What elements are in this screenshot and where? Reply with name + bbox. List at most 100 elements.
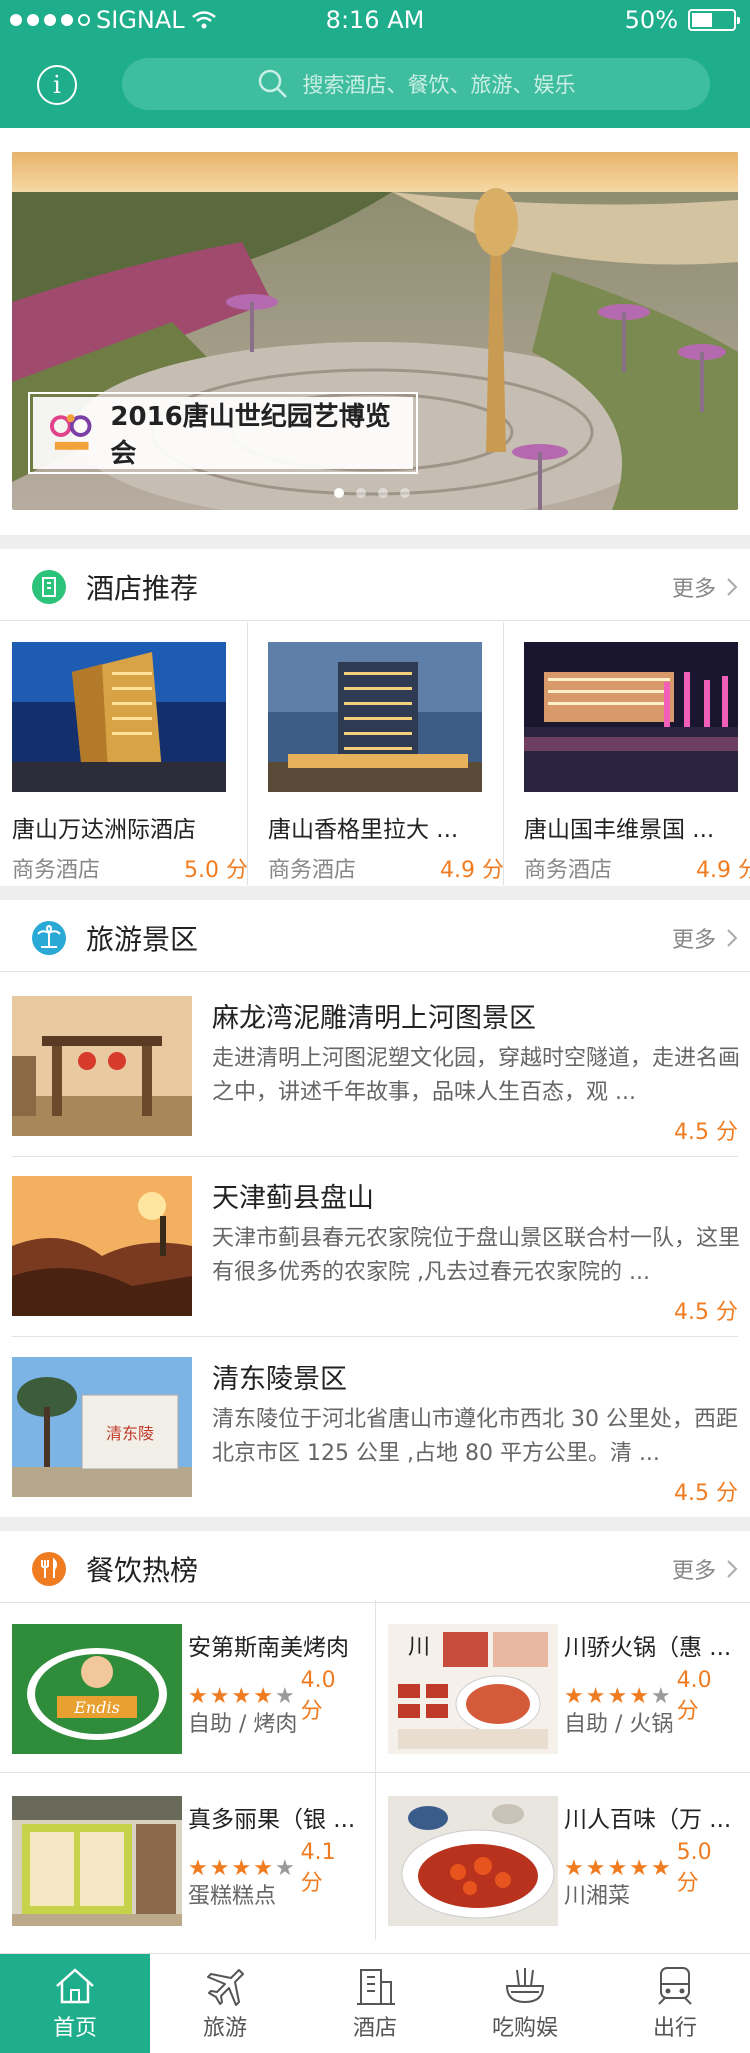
bowl-icon bbox=[505, 1967, 545, 2003]
tab-label: 吃购娱 bbox=[491, 2015, 558, 2041]
restaurant-name: 真多丽果（银 ... bbox=[188, 1807, 356, 1833]
promo-banner[interactable]: 2016唐山世纪园艺博览会 bbox=[12, 152, 738, 510]
banner-caption-text: 2016唐山世纪园艺博览会 bbox=[110, 402, 391, 469]
hotel-name: 唐山香格里拉大 ... bbox=[268, 817, 459, 843]
restaurant-card[interactable]: 真多丽果（银 ... ★ ★ ★ ★ ★ 4.1 分 蛋糕糕点 bbox=[0, 1782, 362, 1932]
restaurant-name: 安第斯南美烤肉 bbox=[188, 1635, 349, 1661]
info-icon[interactable]: i bbox=[37, 65, 77, 105]
tour-image bbox=[12, 1176, 192, 1316]
hotel-name: 唐山国丰维景国 ... bbox=[524, 817, 715, 843]
more-label: 更多 bbox=[671, 577, 716, 602]
svg-text:清东陵: 清东陵 bbox=[106, 1424, 154, 1443]
restaurant-image bbox=[388, 1796, 558, 1926]
hotel-section-header: 酒店推荐 更多 bbox=[0, 549, 750, 621]
search-input[interactable]: 搜索酒店、餐饮、旅游、娱乐 bbox=[122, 58, 710, 110]
tourism-more-link[interactable]: 更多 bbox=[672, 922, 738, 954]
tab-transport[interactable]: 出行 bbox=[600, 1954, 750, 2053]
hotel-score: 4.9 分 bbox=[696, 858, 750, 883]
tour-description: 清东陵位于河北省唐山市遵化市西北 30 公里处，西距北京市区 125 公里 ,占… bbox=[212, 1407, 738, 1466]
expo-logo-icon bbox=[49, 414, 92, 450]
restaurant-category: 蛋糕糕点 bbox=[188, 1884, 277, 1909]
restaurant-name: 川人百味（万 ... bbox=[564, 1807, 732, 1833]
tour-name: 麻龙湾泥雕清明上河图景区 bbox=[212, 1003, 536, 1034]
battery-percent: 50% bbox=[624, 6, 678, 34]
pager-dot[interactable] bbox=[356, 488, 366, 498]
search-placeholder: 搜索酒店、餐饮、旅游、娱乐 bbox=[302, 73, 576, 97]
pager-dot[interactable] bbox=[334, 488, 344, 498]
tab-label: 出行 bbox=[652, 2015, 697, 2041]
hotel-name: 唐山万达洲际酒店 bbox=[12, 817, 196, 843]
search-icon bbox=[258, 69, 287, 98]
hotel-card[interactable]: 唐山国丰维景国 ... 商务酒店 4.9 分 bbox=[524, 642, 750, 884]
hotel-card[interactable]: 唐山香格里拉大 ... 商务酒店 4.9 分 bbox=[268, 642, 504, 884]
bottom-tab-bar: 首页 旅游 酒店 吃购娱 出行 bbox=[0, 1953, 750, 2053]
star-icon: ★ bbox=[629, 1856, 649, 1881]
tour-name: 天津蓟县盘山 bbox=[212, 1183, 374, 1214]
divider bbox=[247, 622, 248, 885]
svg-text:Endis: Endis bbox=[73, 1698, 120, 1717]
hotel-score: 5.0 分 bbox=[184, 858, 248, 883]
tour-score: 4.5 分 bbox=[674, 1300, 738, 1325]
hotel-card[interactable]: 唐山万达洲际酒店 商务酒店 5.0 分 bbox=[12, 642, 248, 884]
status-bar: SIGNAL 8:16 AM 50% bbox=[0, 0, 750, 40]
tab-hotel[interactable]: 酒店 bbox=[300, 1954, 450, 2053]
hotel-image bbox=[12, 642, 226, 792]
tab-home[interactable]: 首页 bbox=[0, 1954, 150, 2053]
hotel-type: 商务酒店 bbox=[524, 858, 613, 883]
divider bbox=[12, 1336, 738, 1337]
hotel-section-title: 酒店推荐 bbox=[86, 572, 199, 605]
divider bbox=[12, 1156, 738, 1157]
hotel-image bbox=[524, 642, 738, 792]
restaurant-image bbox=[12, 1796, 182, 1926]
fork-knife-icon bbox=[32, 1552, 66, 1586]
tour-description: 走进清明上河图泥塑文化园，穿越时空隧道，走进名画之中，讲述千年故事，品味人生百态… bbox=[212, 1046, 741, 1105]
food-more-link[interactable]: 更多 bbox=[672, 1553, 738, 1585]
tab-travel[interactable]: 旅游 bbox=[150, 1954, 300, 2053]
tourism-section-header: 旅游景区 更多 bbox=[0, 900, 750, 972]
banner-pager[interactable] bbox=[334, 488, 410, 498]
tab-label: 旅游 bbox=[202, 2015, 247, 2041]
star-empty-icon: ★ bbox=[274, 1856, 295, 1881]
tour-description: 天津市蓟县春元农家院位于盘山景区联合村一队，这里有很多优秀的农家院 ,凡去过春元… bbox=[212, 1226, 741, 1285]
restaurant-score: 4.0 分 bbox=[300, 1668, 336, 1724]
chevron-right-icon bbox=[727, 1560, 738, 1578]
tour-score: 4.5 分 bbox=[674, 1481, 738, 1506]
palm-tree-icon bbox=[32, 921, 66, 955]
train-icon bbox=[658, 1966, 692, 2005]
tour-item[interactable]: 天津蓟县盘山 天津市蓟县春元农家院位于盘山景区联合村一队，这里有很多优秀的农家院… bbox=[12, 1176, 740, 1336]
restaurant-card[interactable]: 川 川骄火锅（惠 ... ★ ★ ★ ★ ★ 4.0 分 自助 / 火锅 bbox=[376, 1610, 738, 1760]
tour-item[interactable]: 清东陵 清东陵景区 清东陵位于河北省唐山市遵化市西北 30 公里处，西距北京市区… bbox=[12, 1357, 738, 1517]
section-divider bbox=[0, 535, 750, 549]
restaurant-category: 川湘菜 bbox=[564, 1884, 631, 1909]
restaurant-image: Endis bbox=[12, 1624, 182, 1754]
restaurant-card[interactable]: Endis 安第斯南美烤肉 ★ ★ ★ ★ ★ 4.0 分 自助 / 烤肉 bbox=[0, 1610, 362, 1760]
restaurant-image: 川 bbox=[388, 1624, 558, 1754]
food-section-header: 餐饮热榜 更多 bbox=[0, 1531, 750, 1603]
tour-name: 清东陵景区 bbox=[212, 1364, 347, 1395]
more-label: 更多 bbox=[671, 1559, 716, 1584]
tab-entertainment[interactable]: 吃购娱 bbox=[450, 1954, 600, 2053]
home-icon bbox=[56, 1967, 94, 2003]
chevron-right-icon bbox=[727, 929, 738, 947]
hotel-more-link[interactable]: 更多 bbox=[672, 571, 738, 603]
tour-image: 清东陵 bbox=[12, 1357, 192, 1497]
restaurant-category: 自助 / 火锅 bbox=[564, 1712, 674, 1737]
plane-icon bbox=[207, 1968, 244, 2006]
food-section-title: 餐饮热榜 bbox=[86, 1554, 199, 1587]
hotel-section-icon bbox=[32, 570, 66, 604]
banner-caption: 2016唐山世纪园艺博览会 bbox=[28, 392, 418, 474]
pager-dot[interactable] bbox=[400, 488, 410, 498]
restaurant-card[interactable]: 川人百味（万 ... ★ ★ ★ ★ ★ 5.0 分 川湘菜 bbox=[376, 1782, 738, 1932]
chevron-right-icon bbox=[727, 578, 738, 596]
hotel-score: 4.9 分 bbox=[440, 858, 504, 883]
battery-indicator: 50% bbox=[624, 6, 740, 34]
pager-dot[interactable] bbox=[378, 488, 388, 498]
restaurant-name: 川骄火锅（惠 ... bbox=[564, 1635, 732, 1661]
restaurant-score: 4.1 分 bbox=[300, 1840, 336, 1896]
tour-item[interactable]: 麻龙湾泥雕清明上河图景区 走进清明上河图泥塑文化园，穿越时空隧道，走进名画之中，… bbox=[12, 996, 740, 1156]
battery-icon bbox=[688, 9, 740, 31]
tab-label: 酒店 bbox=[352, 2015, 397, 2041]
hotel-image bbox=[268, 642, 482, 792]
tourism-section-title: 旅游景区 bbox=[86, 923, 199, 956]
tour-image bbox=[12, 996, 192, 1136]
